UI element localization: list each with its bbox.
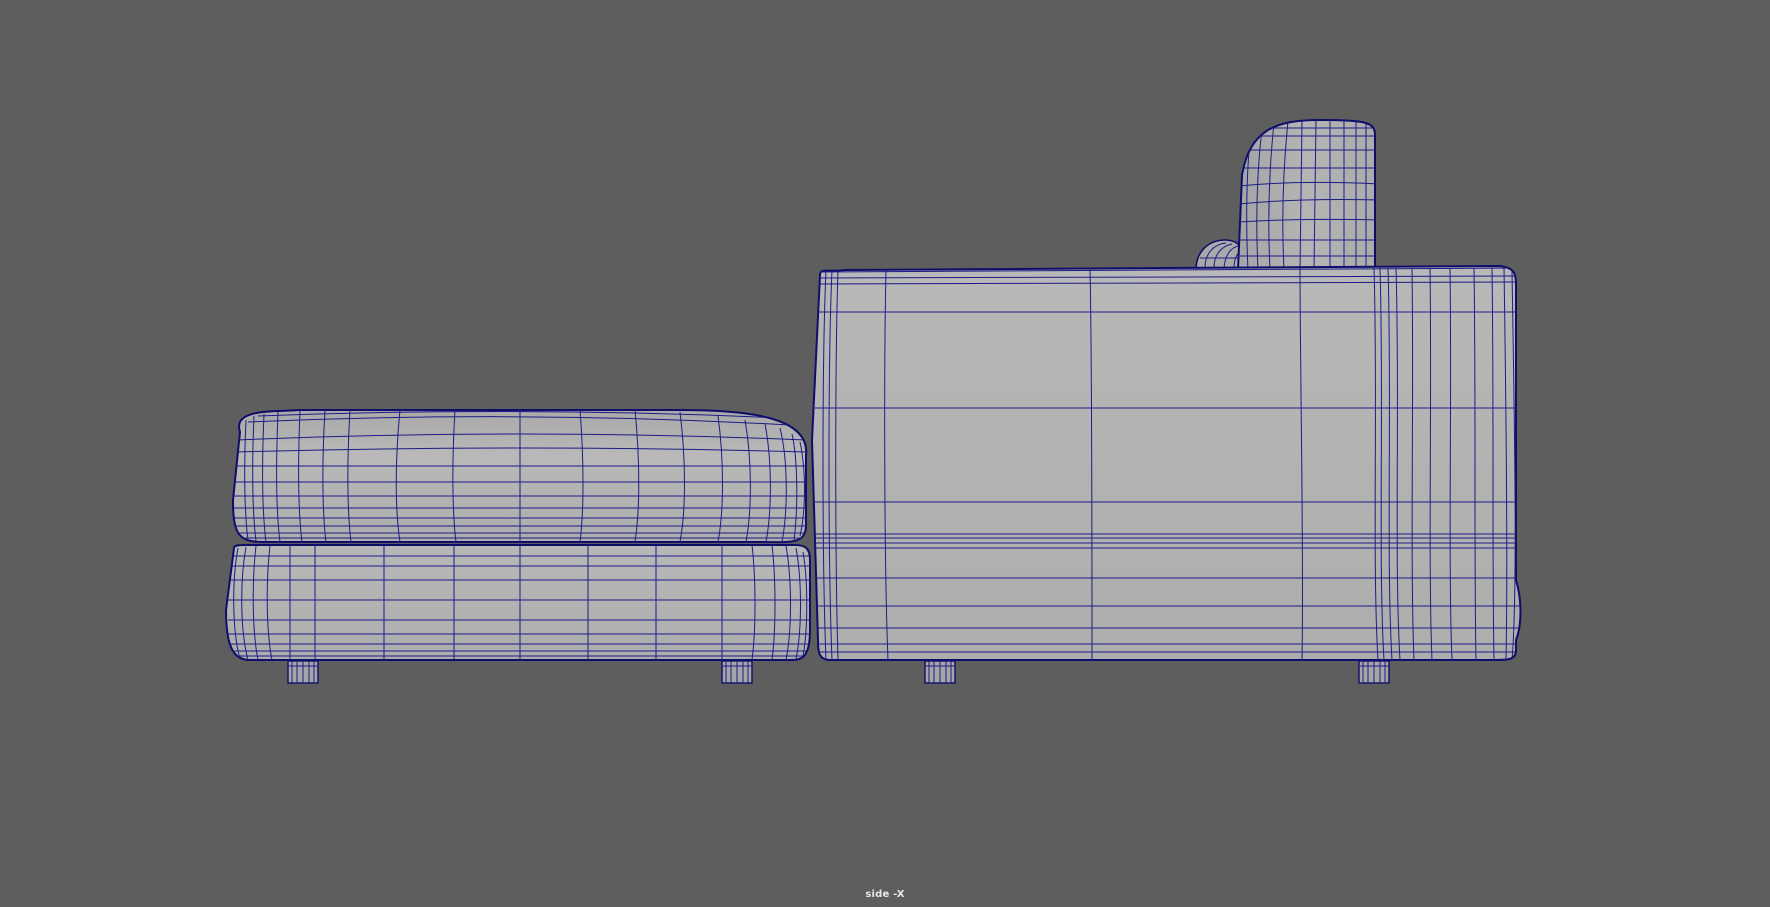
ottoman-top-cushion[interactable]: [231, 409, 808, 544]
3d-viewport[interactable]: side -X: [0, 0, 1770, 907]
leg-1[interactable]: [287, 660, 319, 684]
sofa-main-body[interactable]: [810, 264, 1522, 661]
camera-name-label: side -X: [865, 889, 905, 900]
viewport-scene[interactable]: [0, 0, 1770, 907]
leg-2[interactable]: [721, 660, 753, 684]
leg-4[interactable]: [1358, 660, 1390, 684]
ottoman-bottom-cushion[interactable]: [224, 544, 811, 661]
sofa-back-cushion[interactable]: [1236, 118, 1380, 271]
leg-3[interactable]: [924, 660, 956, 684]
